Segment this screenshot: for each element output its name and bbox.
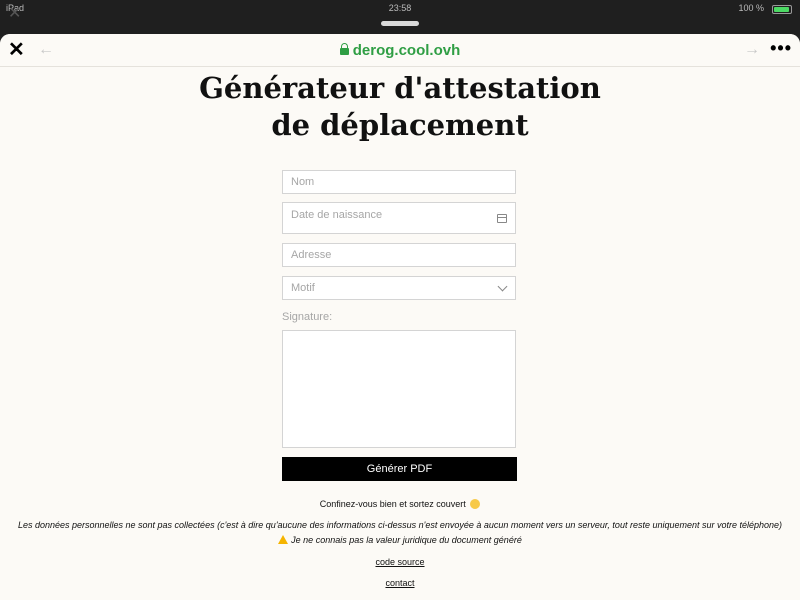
address-bar[interactable]: derog.cool.ovh — [0, 42, 800, 59]
url-text: derog.cool.ovh — [352, 42, 461, 59]
signature-label: Signature: — [282, 311, 333, 323]
battery-icon — [772, 5, 792, 14]
birthdate-placeholder: Date de naissance — [291, 209, 383, 221]
birthdate-field[interactable]: Date de naissance — [282, 202, 516, 234]
confine-text: Confinez-vous bien et sortez couvert — [319, 499, 466, 509]
forward-arrow-icon[interactable]: → — [744, 40, 760, 60]
signature-pad[interactable] — [282, 330, 516, 448]
browser-sheet: ✕ ← derog.cool.ovh → ••• Générateur d'at… — [0, 34, 800, 600]
sheet-grab-handle[interactable] — [381, 21, 419, 26]
contact-link-row: contact — [0, 578, 800, 588]
page-title: Générateur d'attestation de déplacement — [0, 70, 800, 144]
browser-nav-bar: ✕ ← derog.cool.ovh → ••• — [0, 34, 800, 67]
reason-select[interactable]: Motif — [282, 276, 516, 300]
address-field[interactable] — [282, 243, 516, 267]
title-line-1: Générateur d'attestation — [199, 71, 601, 105]
calendar-icon[interactable] — [497, 214, 507, 223]
warning-text: Je ne connais pas la valeur juridique du… — [291, 535, 522, 545]
warning-icon — [278, 535, 289, 544]
title-line-2: de déplacement — [271, 108, 529, 142]
source-code-link[interactable]: code source — [375, 557, 424, 567]
battery-percentage: 100 % — [738, 3, 764, 13]
reason-placeholder: Motif — [291, 282, 315, 294]
smiling-face-emoji-icon — [470, 499, 481, 509]
status-bar: iPad 23:58 100 % — [0, 0, 800, 18]
generate-pdf-button[interactable]: Générer PDF — [282, 457, 517, 481]
chevron-down-icon — [497, 281, 508, 292]
name-field[interactable] — [282, 170, 516, 194]
legal-warning: Je ne connais pas la valeur juridique du… — [0, 535, 800, 545]
lock-icon — [339, 43, 349, 55]
privacy-notice: Les données personnelles ne sont pas col… — [17, 520, 783, 530]
source-link-row: code source — [0, 557, 800, 567]
more-options-icon[interactable]: ••• — [770, 36, 792, 60]
confine-message: Confinez-vous bien et sortez couvert — [0, 499, 800, 509]
clock: 23:58 — [388, 3, 412, 13]
background-close-icon: ✕ — [8, 5, 22, 22]
contact-link[interactable]: contact — [385, 578, 414, 588]
